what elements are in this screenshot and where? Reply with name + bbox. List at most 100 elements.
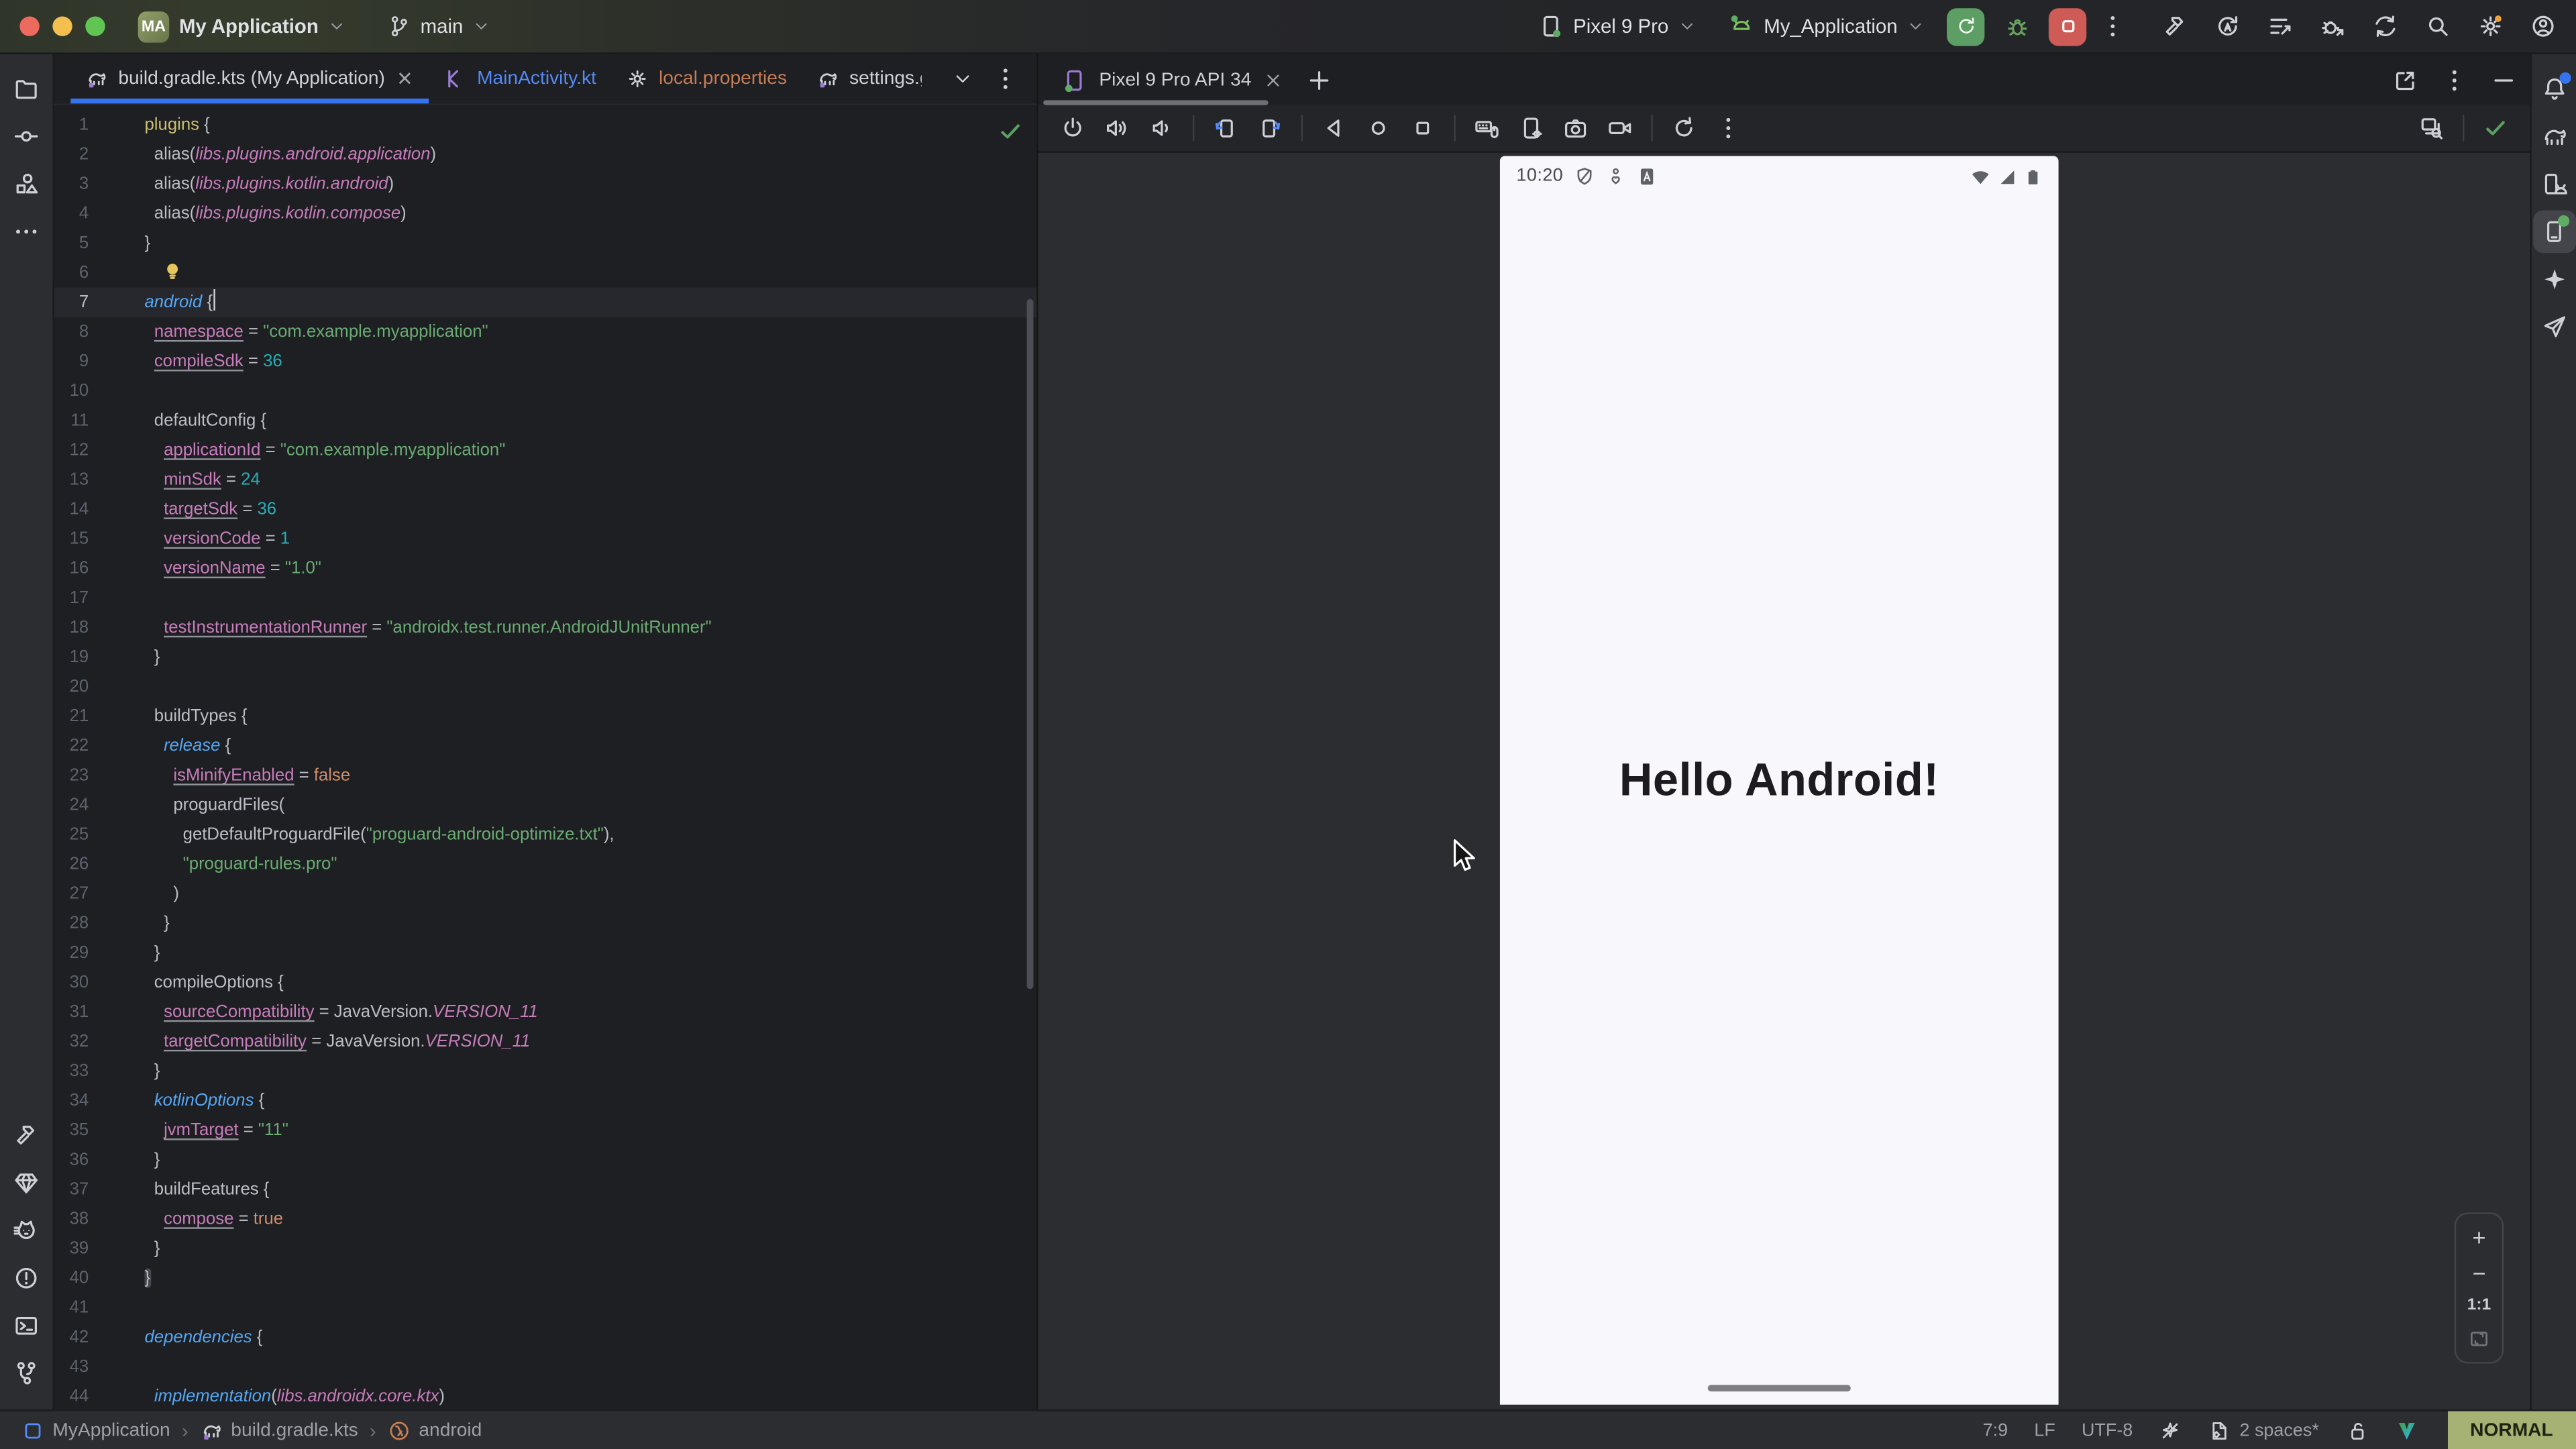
resource-manager-icon[interactable] bbox=[13, 171, 40, 197]
kotlin-file-icon[interactable] bbox=[444, 67, 467, 90]
device-device-settings-button[interactable] bbox=[1513, 110, 1550, 146]
tool-stripe-notifications[interactable] bbox=[2532, 67, 2575, 110]
tool-stripe-app-quality-insights[interactable] bbox=[5, 1161, 48, 1204]
editor-tab-build.gradle.kts[interactable]: build.gradle.kts (My Application)✕ bbox=[70, 54, 429, 103]
logcat-icon[interactable] bbox=[13, 1218, 40, 1244]
ai-assistant-off-icon[interactable] bbox=[2159, 1419, 2182, 1442]
screen-record-icon[interactable] bbox=[1607, 115, 1633, 141]
update-arrows-icon[interactable] bbox=[2372, 13, 2398, 40]
device-tab[interactable]: Pixel 9 Pro API 34 bbox=[1055, 54, 1289, 105]
project-widget[interactable]: MA My Application bbox=[128, 6, 355, 47]
breadcrumb-item[interactable]: MyApplication bbox=[21, 1419, 170, 1442]
device-manager-icon[interactable] bbox=[2540, 171, 2567, 197]
tool-stripe-gradle[interactable] bbox=[2532, 115, 2575, 158]
running-devices-icon[interactable] bbox=[2540, 219, 2567, 245]
device-rotate-right-button[interactable] bbox=[1252, 110, 1288, 146]
vim-mode-badge[interactable]: NORMAL bbox=[2447, 1410, 2576, 1449]
zoom-in-button[interactable]: + bbox=[2472, 1226, 2485, 1249]
ui-check-button[interactable] bbox=[2414, 110, 2450, 146]
tool-stripe-project-folder[interactable] bbox=[5, 67, 48, 110]
emulator-screen[interactable]: 10:20 Hello Android! bbox=[1500, 156, 2059, 1405]
restart-icon[interactable] bbox=[1671, 115, 1697, 141]
editor-tab-settings.g[interactable]: settings.g bbox=[802, 54, 936, 103]
device-settings-icon[interactable] bbox=[1518, 115, 1544, 141]
gradle-icon[interactable] bbox=[2540, 123, 2567, 150]
volume-up-icon[interactable] bbox=[1104, 115, 1130, 141]
commit-icon[interactable] bbox=[13, 123, 40, 150]
device-screenshot-button[interactable] bbox=[1558, 110, 1594, 146]
device-nav-home-button[interactable] bbox=[1360, 110, 1397, 146]
navigation-handle[interactable] bbox=[1708, 1385, 1851, 1391]
tool-stripe-logcat[interactable] bbox=[5, 1209, 48, 1252]
zoom-reset-button[interactable]: 1:1 bbox=[2467, 1297, 2491, 1315]
zoom-to-fit-icon[interactable] bbox=[2467, 1327, 2490, 1350]
lock-open-icon[interactable] bbox=[2345, 1419, 2368, 1442]
tool-stripe-resource-manager[interactable] bbox=[5, 162, 48, 205]
project-folder-icon[interactable] bbox=[13, 76, 40, 102]
tool-stripe-problems[interactable] bbox=[5, 1256, 48, 1299]
device-restart-button[interactable] bbox=[1666, 110, 1702, 146]
breadcrumb-item[interactable]: android bbox=[388, 1419, 482, 1442]
notifications-icon[interactable] bbox=[2540, 76, 2567, 102]
indent-widget[interactable]: 2 spaces* bbox=[2208, 1419, 2319, 1442]
screenshot-icon[interactable] bbox=[1562, 115, 1589, 141]
build-icon[interactable] bbox=[13, 1122, 40, 1148]
inspections-ok-button[interactable] bbox=[2477, 110, 2514, 146]
lambda-icon[interactable] bbox=[388, 1419, 411, 1442]
tab-options-icon[interactable] bbox=[992, 66, 1018, 92]
tool-stripe-running-devices[interactable] bbox=[2532, 210, 2575, 253]
more-actions-icon[interactable] bbox=[2100, 13, 2126, 40]
tool-stripe-gemini[interactable] bbox=[2532, 258, 2575, 301]
stop-button[interactable] bbox=[2049, 7, 2086, 45]
version-control-icon[interactable] bbox=[13, 1360, 40, 1387]
tool-stripe-more-tools[interactable] bbox=[5, 210, 48, 253]
show-hidden-tabs-icon[interactable] bbox=[953, 69, 972, 89]
minimize-window-button[interactable] bbox=[52, 16, 72, 36]
gear-file-icon[interactable] bbox=[626, 67, 649, 90]
device-selector[interactable]: Pixel 9 Pro bbox=[1527, 8, 1705, 44]
caret-position[interactable]: 7:9 bbox=[1983, 1420, 2008, 1440]
module-icon[interactable] bbox=[21, 1419, 44, 1442]
gemini-icon[interactable] bbox=[2540, 266, 2567, 292]
settings-icon[interactable] bbox=[2477, 13, 2504, 40]
debug-button[interactable] bbox=[1998, 7, 2035, 45]
rotate-left-icon[interactable] bbox=[1212, 115, 1238, 141]
terminal-icon[interactable] bbox=[13, 1313, 40, 1339]
nav-back-icon[interactable] bbox=[1321, 115, 1347, 141]
ui-check-icon[interactable] bbox=[2418, 115, 2445, 141]
rerun-button[interactable] bbox=[1947, 7, 1984, 45]
device-hardware-input-button[interactable] bbox=[1468, 110, 1505, 146]
tool-stripe-commit[interactable] bbox=[5, 115, 48, 158]
tool-stripe-build[interactable] bbox=[5, 1114, 48, 1157]
tool-stripe-version-control[interactable] bbox=[5, 1352, 48, 1395]
more-vertical-icon[interactable] bbox=[2441, 66, 2467, 93]
problems-icon[interactable] bbox=[13, 1265, 40, 1291]
editor-tab-MainActivity.kt[interactable]: MainActivity.kt bbox=[429, 54, 611, 103]
device-rotate-left-button[interactable] bbox=[1208, 110, 1244, 146]
editor-tab-local.properties[interactable]: local.properties bbox=[611, 54, 802, 103]
file-encoding[interactable]: UTF-8 bbox=[2082, 1420, 2133, 1440]
tool-stripe-terminal[interactable] bbox=[5, 1304, 48, 1347]
device-volume-down-button[interactable] bbox=[1143, 110, 1179, 146]
more-tools-icon[interactable] bbox=[13, 219, 40, 245]
device-volume-up-button[interactable] bbox=[1099, 110, 1135, 146]
close-icon[interactable] bbox=[1263, 70, 1283, 89]
device-power-button[interactable] bbox=[1055, 110, 1091, 146]
gradle-file-icon[interactable] bbox=[85, 67, 108, 90]
power-icon[interactable] bbox=[1060, 115, 1086, 141]
device-nav-overview-button[interactable] bbox=[1405, 110, 1441, 146]
build-icon[interactable] bbox=[2162, 13, 2188, 40]
volume-down-icon[interactable] bbox=[1148, 115, 1175, 141]
close-window-button[interactable] bbox=[19, 16, 39, 36]
gradle-file-icon[interactable] bbox=[816, 67, 839, 90]
close-tab-icon[interactable]: ✕ bbox=[395, 67, 415, 90]
attach-debugger-icon[interactable] bbox=[2320, 13, 2346, 40]
device-nav-back-button[interactable] bbox=[1316, 110, 1352, 146]
hardware-input-icon[interactable] bbox=[1474, 115, 1500, 141]
tool-stripe-send-feedback[interactable] bbox=[2532, 306, 2575, 349]
code-editor[interactable]: 1234567891011121314151617181920212223242… bbox=[54, 105, 1036, 1409]
search-everywhere-icon[interactable] bbox=[2425, 13, 2451, 40]
breadcrumb-item[interactable]: build.gradle.kts bbox=[200, 1419, 358, 1442]
nav-overview-icon[interactable] bbox=[1409, 115, 1436, 141]
line-separator[interactable]: LF bbox=[2034, 1420, 2055, 1440]
